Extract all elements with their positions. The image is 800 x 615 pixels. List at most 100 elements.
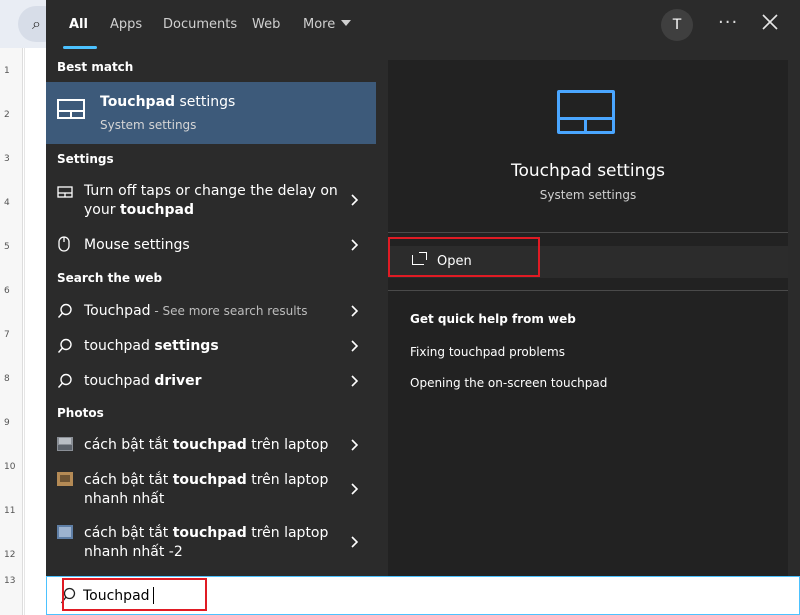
- chevron-right-icon: [351, 305, 359, 317]
- web-item-bold: driver: [154, 373, 202, 389]
- photo-item-post: trên laptop: [246, 437, 329, 453]
- settings-item-bold: touchpad: [119, 202, 194, 218]
- active-tab-indicator: [63, 46, 97, 49]
- quick-help-link[interactable]: Fixing touchpad problems: [410, 345, 565, 359]
- photo-item-pre: cách bật tắt: [84, 437, 173, 453]
- photo-item[interactable]: cách bật tắt touchpad trên laptop nhanh n…: [46, 522, 376, 564]
- quick-help-heading: Get quick help from web: [410, 312, 576, 326]
- web-item-label: touchpad driver: [84, 372, 202, 391]
- search-icon: ⌕: [32, 14, 41, 33]
- photo-item[interactable]: cách bật tắt touchpad trên laptop nhanh n…: [46, 469, 376, 511]
- web-item-pre: touchpad: [84, 338, 155, 354]
- chevron-right-icon: [351, 375, 359, 387]
- web-item-pre: touchpad: [84, 373, 155, 389]
- photo-item-label: cách bật tắt touchpad trên laptop nhanh n…: [84, 471, 328, 509]
- ruler-number: 3: [4, 154, 10, 164]
- web-item-suffix: - See more search results: [150, 304, 308, 318]
- tab-more[interactable]: More: [303, 17, 352, 32]
- tab-apps[interactable]: Apps: [110, 17, 142, 32]
- ruler-number: 7: [4, 330, 10, 340]
- ruler-number: 12: [4, 550, 16, 560]
- photo-item-post: trên laptop: [246, 525, 329, 541]
- divider: [388, 290, 788, 291]
- text-cursor: [153, 587, 154, 604]
- web-item-touchpad[interactable]: Touchpad - See more search results: [46, 300, 376, 324]
- search-icon: [60, 587, 76, 604]
- photo-item-bold: touchpad: [172, 437, 247, 453]
- open-label: Open: [437, 254, 472, 269]
- section-search-web: Search the web: [57, 271, 163, 285]
- search-icon: [57, 303, 72, 318]
- avatar[interactable]: T: [661, 9, 693, 41]
- photo-item-line2: nhanh nhất: [84, 491, 165, 507]
- ruler-number: 2: [4, 110, 10, 120]
- web-item-touchpad-driver[interactable]: touchpad driver: [46, 370, 376, 394]
- settings-item-line2: your: [84, 202, 120, 218]
- vertical-ruler: 1 2 3 4 5 6 7 8 9 10 11 12 13: [0, 48, 23, 615]
- photo-item[interactable]: cách bật tắt touchpad trên laptop: [46, 434, 376, 458]
- quick-help-link[interactable]: Opening the on-screen touchpad: [410, 376, 607, 390]
- photo-item-pre: cách bật tắt: [84, 525, 173, 541]
- open-arrow-icon: [419, 252, 427, 260]
- section-best-match: Best match: [57, 60, 134, 74]
- best-match-item[interactable]: Touchpad settings System settings: [46, 82, 376, 144]
- chevron-right-icon: [351, 483, 359, 495]
- chevron-down-icon: [341, 20, 352, 26]
- open-button[interactable]: Open: [388, 246, 788, 278]
- touchpad-icon: [57, 186, 73, 198]
- mouse-icon: [58, 236, 70, 252]
- search-icon: [57, 373, 72, 388]
- web-item-label: Touchpad - See more search results: [84, 302, 307, 321]
- divider: [388, 232, 788, 233]
- photo-thumbnail-icon: [57, 437, 73, 451]
- ruler-number: 10: [4, 462, 16, 472]
- photo-item-line2: nhanh nhất -2: [84, 544, 183, 560]
- photo-thumbnail-icon: [57, 472, 73, 486]
- settings-item-line1: Turn off taps or change the delay on: [84, 183, 338, 199]
- section-settings: Settings: [57, 152, 114, 166]
- settings-item-label: Turn off taps or change the delay on your…: [84, 182, 338, 220]
- ruler-number: 5: [4, 242, 10, 252]
- more-options-button[interactable]: ···: [718, 12, 738, 33]
- preview-card: Touchpad settings System settings Open G…: [388, 60, 788, 576]
- photo-item-bold: touchpad: [172, 525, 247, 541]
- preview-subtitle: System settings: [539, 188, 637, 202]
- best-match-title-rest: settings: [175, 94, 236, 110]
- ruler-number: 1: [4, 66, 10, 76]
- best-match-title-bold: Touchpad: [100, 94, 176, 110]
- document-page-edge: [24, 48, 47, 615]
- tab-more-label: More: [303, 17, 336, 32]
- search-tabs-bar: All Apps Documents Web More T ···: [46, 0, 800, 50]
- preview-title: Touchpad settings: [511, 161, 665, 181]
- chevron-right-icon: [351, 439, 359, 451]
- web-item-touchpad-settings[interactable]: touchpad settings: [46, 335, 376, 359]
- section-photos: Photos: [57, 406, 104, 420]
- ruler-number: 13: [4, 576, 16, 586]
- web-item-bold: settings: [154, 338, 219, 354]
- ruler-number: 6: [4, 286, 10, 296]
- touchpad-icon: [557, 90, 615, 134]
- ruler-number: 4: [4, 198, 10, 208]
- search-bar: [46, 576, 800, 615]
- photo-item-label: cách bật tắt touchpad trên laptop nhanh n…: [84, 524, 328, 562]
- best-match-subtitle: System settings: [100, 118, 197, 132]
- photo-item-pre: cách bật tắt: [84, 472, 173, 488]
- ruler-number: 8: [4, 374, 10, 384]
- tab-web[interactable]: Web: [252, 17, 280, 32]
- ruler-number: 9: [4, 418, 10, 428]
- search-input[interactable]: [83, 585, 683, 607]
- web-item-main: Touchpad: [84, 303, 151, 319]
- web-item-label: touchpad settings: [84, 337, 219, 356]
- settings-item-mouse[interactable]: Mouse settings: [46, 234, 376, 258]
- settings-item-touchpad-taps[interactable]: Turn off taps or change the delay on your…: [46, 180, 376, 222]
- close-icon[interactable]: [758, 10, 782, 34]
- photo-thumbnail-icon: [57, 525, 73, 539]
- tab-documents[interactable]: Documents: [163, 17, 237, 32]
- chevron-right-icon: [351, 340, 359, 352]
- photo-item-post: trên laptop: [246, 472, 329, 488]
- tab-all[interactable]: All: [69, 17, 88, 32]
- best-match-title: Touchpad settings: [100, 94, 235, 110]
- photo-item-label: cách bật tắt touchpad trên laptop: [84, 436, 328, 455]
- results-list: Best match Touchpad settings System sett…: [46, 50, 376, 576]
- preview-pane: Touchpad settings System settings Open G…: [376, 50, 800, 576]
